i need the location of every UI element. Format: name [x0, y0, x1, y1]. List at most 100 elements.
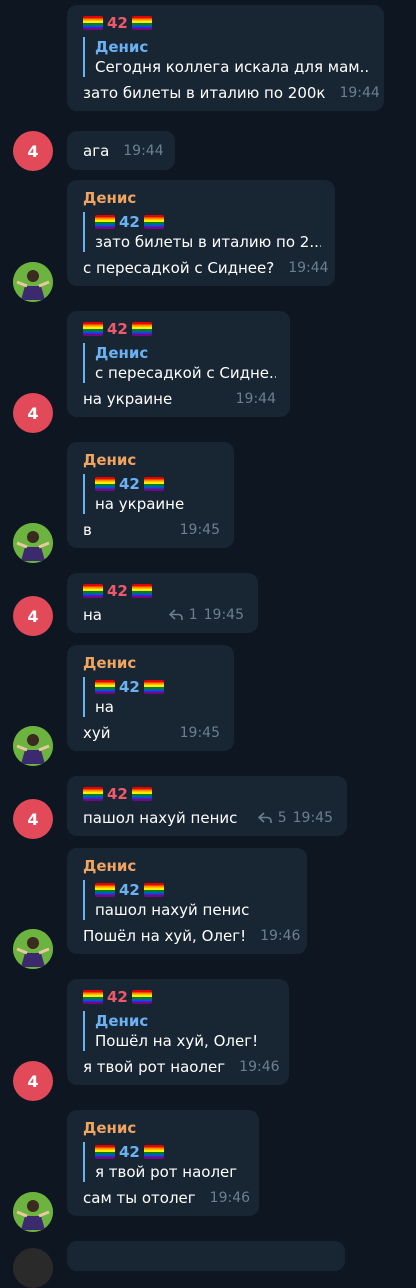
- reply-quote[interactable]: 42 зато билеты в италию по 2...: [83, 212, 321, 252]
- message-time: 19:46: [209, 1190, 251, 1206]
- message-bubble[interactable]: Денис 42 зато билеты в италию по 2... с …: [67, 180, 335, 286]
- message-bubble[interactable]: Денис 42 на хуй 19:45: [67, 645, 234, 751]
- reply-arrow-icon[interactable]: [257, 812, 272, 824]
- message-time: 19:44: [339, 85, 380, 101]
- rainbow-flag-icon: [131, 16, 152, 30]
- message-text: на украине: [83, 390, 173, 408]
- sender-name[interactable]: Денис: [83, 653, 220, 673]
- message-time: 19:44: [235, 391, 276, 407]
- rainbow-flag-icon: [131, 787, 152, 801]
- sender-name[interactable]: Денис: [83, 856, 293, 876]
- avatar[interactable]: [13, 523, 53, 563]
- message-text: пашол нахуй пенис: [83, 809, 238, 827]
- reply-name: 42: [95, 474, 220, 494]
- message-time: 19:46: [239, 1059, 280, 1075]
- message-text: сам ты отолег: [83, 1189, 196, 1207]
- reply-text: Пошёл на хуй, Олег!: [95, 1032, 259, 1050]
- message-bubble[interactable]: 42 на 1 19:45: [67, 573, 258, 633]
- rainbow-flag-icon: [95, 883, 115, 897]
- person-photo-icon: [13, 262, 53, 302]
- rainbow-flag-icon: [143, 215, 164, 229]
- rainbow-flag-icon: [95, 1145, 115, 1159]
- person-photo-icon: [13, 726, 53, 766]
- rainbow-flag-icon: [95, 680, 115, 694]
- message-bubble[interactable]: 42 Денис с пересадкой с Сидне... на укра…: [67, 311, 290, 417]
- rainbow-flag-icon: [131, 322, 152, 336]
- message-bubble-partial[interactable]: [67, 1241, 345, 1271]
- rainbow-flag-icon: [143, 477, 164, 491]
- avatar[interactable]: 4: [13, 596, 53, 636]
- sender-name[interactable]: Денис: [83, 1118, 245, 1138]
- message-time: 19:45: [203, 607, 244, 623]
- sender-name[interactable]: 42: [83, 13, 370, 33]
- message-bubble[interactable]: ага 19:44: [67, 131, 175, 170]
- message-bubble[interactable]: Денис 42 на украине в 19:45: [67, 442, 234, 548]
- reply-quote[interactable]: 42 я твой рот наолег: [83, 1142, 245, 1182]
- message-time: 19:44: [123, 143, 164, 159]
- rainbow-flag-icon: [83, 322, 103, 336]
- sender-name[interactable]: 42: [83, 581, 244, 601]
- reply-text: на украине: [95, 495, 185, 513]
- message-bubble[interactable]: Денис 42 я твой рот наолег сам ты отолег…: [67, 1110, 259, 1216]
- rainbow-flag-icon: [131, 584, 152, 598]
- message-text: в: [83, 521, 92, 539]
- reply-count[interactable]: 1: [189, 605, 198, 625]
- message-text: зато билеты в италию по 200к: [83, 84, 326, 102]
- message-bubble[interactable]: Денис 42 пашол нахуй пенис Пошёл на хуй,…: [67, 848, 307, 954]
- sender-name[interactable]: 42: [83, 319, 276, 339]
- reply-text: зато билеты в италию по 2...: [95, 233, 321, 251]
- message-meta: 1 19:45: [168, 605, 244, 625]
- reply-name: 42: [95, 212, 321, 232]
- avatar[interactable]: 4: [13, 131, 53, 171]
- reply-arrow-icon[interactable]: [168, 609, 183, 621]
- message-meta: 5 19:45: [257, 808, 333, 828]
- rainbow-flag-icon: [131, 990, 152, 1004]
- avatar[interactable]: [13, 1192, 53, 1232]
- message-bubble[interactable]: 42 пашол нахуй пенис 5 19:45: [67, 776, 347, 836]
- avatar[interactable]: [13, 929, 53, 969]
- person-photo-icon: [13, 929, 53, 969]
- rainbow-flag-icon: [83, 787, 103, 801]
- message-time: 19:46: [260, 928, 301, 944]
- rainbow-flag-icon: [95, 477, 115, 491]
- message-time: 19:45: [179, 725, 220, 741]
- rainbow-flag-icon: [83, 990, 103, 1004]
- reply-count[interactable]: 5: [278, 808, 287, 828]
- message-bubble[interactable]: 42 Денис Сегодня коллега искала для мам.…: [67, 5, 384, 111]
- avatar[interactable]: 4: [13, 799, 53, 839]
- rainbow-flag-icon: [143, 1145, 164, 1159]
- sender-name[interactable]: Денис: [83, 188, 321, 208]
- reply-quote[interactable]: 42 на: [83, 677, 220, 717]
- reply-name: 42: [95, 677, 220, 697]
- sender-name[interactable]: Денис: [83, 450, 220, 470]
- person-photo-icon: [13, 523, 53, 563]
- rainbow-flag-icon: [143, 680, 164, 694]
- rainbow-flag-icon: [95, 215, 115, 229]
- avatar-partial[interactable]: [13, 1248, 53, 1288]
- reply-quote[interactable]: Денис с пересадкой с Сидне...: [83, 343, 276, 383]
- reply-name: Денис: [95, 38, 149, 56]
- sender-name[interactable]: 42: [83, 784, 333, 804]
- reply-quote[interactable]: 42 на украине: [83, 474, 220, 514]
- rainbow-flag-icon: [143, 883, 164, 897]
- avatar[interactable]: 4: [13, 1061, 53, 1101]
- avatar[interactable]: 4: [13, 393, 53, 433]
- reply-text: пашол нахуй пенис: [95, 901, 250, 919]
- avatar[interactable]: [13, 726, 53, 766]
- reply-quote[interactable]: 42 пашол нахуй пенис: [83, 880, 293, 920]
- message-bubble[interactable]: 42 Денис Пошёл на хуй, Олег! я твой рот …: [67, 979, 289, 1085]
- reply-name: 42: [95, 1142, 245, 1162]
- reply-name: 42: [95, 880, 293, 900]
- person-photo-icon: [13, 1192, 53, 1232]
- message-text: я твой рот наолег: [83, 1058, 226, 1076]
- reply-quote[interactable]: Денис Пошёл на хуй, Олег!: [83, 1011, 275, 1051]
- reply-name: Денис: [95, 344, 149, 362]
- reply-quote[interactable]: Денис Сегодня коллега искала для мам...: [83, 37, 370, 77]
- message-text: хуй: [83, 724, 111, 742]
- sender-name[interactable]: 42: [83, 987, 275, 1007]
- message-time: 19:44: [288, 260, 329, 276]
- reply-text: Сегодня коллега искала для мам...: [95, 58, 370, 76]
- message-time: 19:45: [292, 810, 333, 826]
- reply-text: я твой рот наолег: [95, 1163, 238, 1181]
- avatar[interactable]: [13, 262, 53, 302]
